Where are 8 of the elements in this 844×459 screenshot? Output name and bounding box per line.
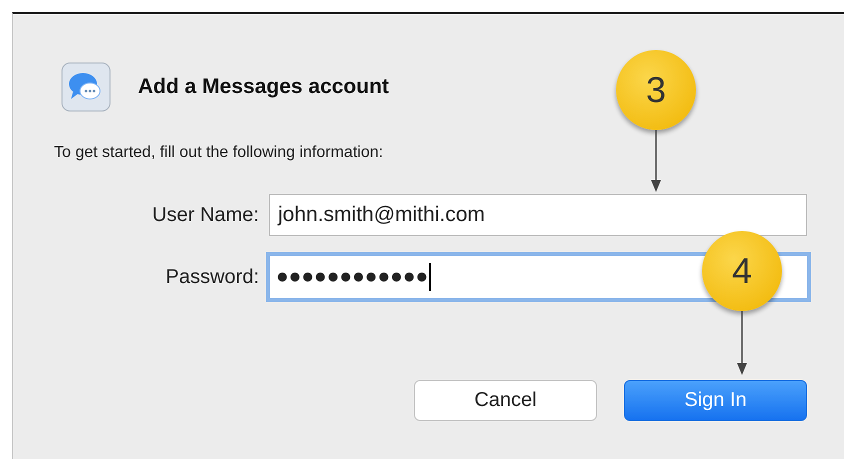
field-label: User Name:	[151, 204, 259, 226]
step-badge: 4	[702, 231, 782, 311]
step-badge: 3	[616, 50, 696, 130]
dialog-title: Add a Messages account	[138, 75, 389, 99]
instructions-text: To get started, fill out the following information:	[54, 144, 384, 162]
input-field[interactable]: john.smith@mithi.com	[269, 194, 807, 236]
cancel-button[interactable]: Cancel	[414, 380, 597, 421]
field-label: Password:	[164, 266, 259, 288]
